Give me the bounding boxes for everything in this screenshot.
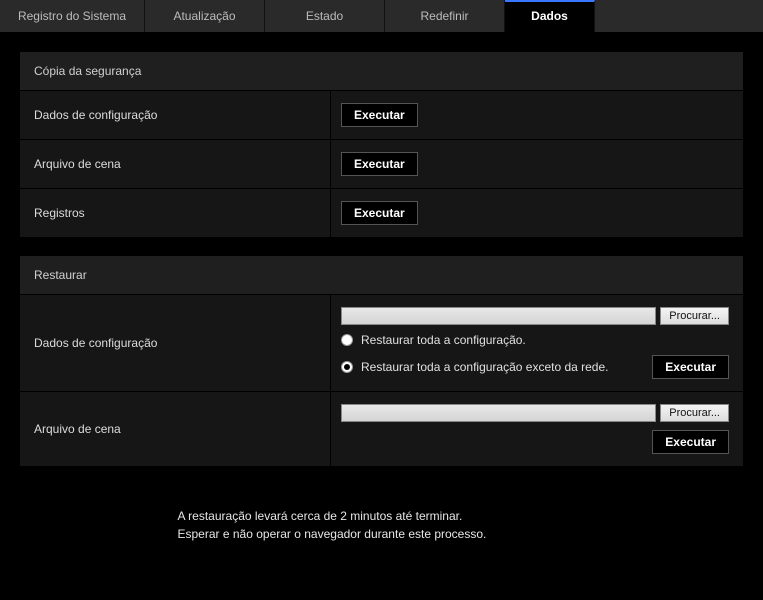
- backup-row-config: Dados de configuração Executar: [20, 91, 743, 140]
- backup-header: Cópia da segurança: [20, 52, 743, 91]
- restore-config-label: Dados de configuração: [20, 322, 330, 364]
- restore-config-file-input[interactable]: [341, 307, 656, 325]
- backup-scene-label: Arquivo de cena: [20, 143, 330, 185]
- backup-config-ctrl: Executar: [330, 91, 743, 139]
- restore-scene-ctrl: Procurar... Executar: [330, 392, 743, 466]
- main-container: Registro do Sistema Atualização Estado R…: [0, 0, 763, 600]
- radio-all-label: Restaurar toda a configuração.: [361, 333, 526, 347]
- restore-header: Restaurar: [20, 256, 743, 295]
- backup-logs-label: Registros: [20, 192, 330, 234]
- restore-config-execute-button[interactable]: Executar: [652, 355, 729, 379]
- restore-config-file-row: Procurar...: [341, 307, 729, 325]
- backup-scene-execute-button[interactable]: Executar: [341, 152, 418, 176]
- restore-scene-label: Arquivo de cena: [20, 408, 330, 450]
- restore-note: A restauração levará cerca de 2 minutos …: [162, 495, 602, 555]
- backup-config-label: Dados de configuração: [20, 94, 330, 136]
- restore-scene-browse-button[interactable]: Procurar...: [660, 404, 729, 422]
- restore-config-radio-all[interactable]: Restaurar toda a configuração.: [341, 333, 729, 347]
- note-line-1: A restauração levará cerca de 2 minutos …: [178, 507, 586, 525]
- tab-data[interactable]: Dados: [505, 0, 595, 32]
- backup-logs-ctrl: Executar: [330, 189, 743, 237]
- tab-bar-remainder: [595, 0, 763, 32]
- restore-config-ctrl: Procurar... Restaurar toda a configuraçã…: [330, 295, 743, 391]
- tab-reset[interactable]: Redefinir: [385, 0, 505, 32]
- restore-scene-execute-button[interactable]: Executar: [652, 430, 729, 454]
- restore-row-scene: Arquivo de cena Procurar... Executar: [20, 392, 743, 467]
- radio-icon: [341, 361, 353, 373]
- backup-logs-execute-button[interactable]: Executar: [341, 201, 418, 225]
- tab-system-log[interactable]: Registro do Sistema: [0, 0, 145, 32]
- restore-scene-file-row: Procurar...: [341, 404, 729, 422]
- backup-scene-ctrl: Executar: [330, 140, 743, 188]
- restore-row-config: Dados de configuração Procurar... Restau…: [20, 295, 743, 392]
- restore-scene-file-input[interactable]: [341, 404, 656, 422]
- content-area: Cópia da segurança Dados de configuração…: [0, 32, 763, 600]
- note-line-2: Esperar e não operar o navegador durante…: [178, 525, 586, 543]
- radio-except-net-label: Restaurar toda a configuração exceto da …: [361, 360, 609, 374]
- restore-config-radio-except-net[interactable]: Restaurar toda a configuração exceto da …: [341, 360, 609, 374]
- backup-config-execute-button[interactable]: Executar: [341, 103, 418, 127]
- tab-bar: Registro do Sistema Atualização Estado R…: [0, 0, 763, 32]
- backup-row-logs: Registros Executar: [20, 189, 743, 238]
- tab-status[interactable]: Estado: [265, 0, 385, 32]
- restore-config-browse-button[interactable]: Procurar...: [660, 307, 729, 325]
- tab-update[interactable]: Atualização: [145, 0, 265, 32]
- backup-row-scene: Arquivo de cena Executar: [20, 140, 743, 189]
- radio-icon: [341, 334, 353, 346]
